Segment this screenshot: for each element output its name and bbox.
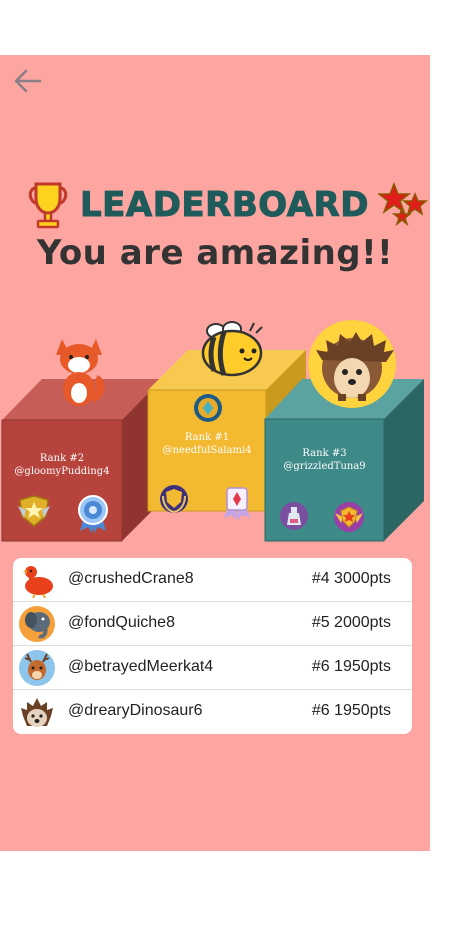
username: @needfulSalami4 bbox=[162, 445, 252, 456]
wreath-badge-icon bbox=[160, 485, 188, 513]
podium-label-rank-3: Rank #3 @grizzledTuna9 bbox=[265, 447, 384, 473]
back-button[interactable] bbox=[10, 63, 46, 99]
stars-icon bbox=[378, 182, 428, 227]
list-item[interactable]: @crushedCrane8 #4 3000pts bbox=[13, 558, 412, 602]
title-row: LEADERBOARD bbox=[0, 180, 430, 240]
hedgehog-avatar bbox=[21, 698, 53, 727]
leaderboard-screen: LEADERBOARD You are amazing!! Rank #2 @g… bbox=[0, 55, 430, 851]
winged-badge-icon bbox=[334, 502, 364, 532]
subtitle: You are amazing!! bbox=[36, 233, 394, 273]
username: @grizzledTuna9 bbox=[283, 461, 366, 472]
username: @fondQuiche8 bbox=[68, 614, 175, 631]
username: @gloomyPudding4 bbox=[14, 466, 110, 477]
elephant-avatar bbox=[19, 606, 55, 642]
medal-badge-icon bbox=[194, 394, 222, 422]
username: @crushedCrane8 bbox=[68, 570, 194, 587]
trophy-icon bbox=[28, 182, 68, 229]
rank-label: Rank #1 bbox=[184, 432, 230, 443]
score: #5 2000pts bbox=[311, 614, 391, 631]
score: #4 3000pts bbox=[311, 570, 391, 587]
leaderboard-title: LEADERBOARD bbox=[80, 185, 369, 226]
list-item[interactable]: @fondQuiche8 #5 2000pts bbox=[13, 602, 412, 646]
arrow-left-icon bbox=[14, 69, 42, 93]
username: @betrayedMeerkat4 bbox=[68, 658, 214, 675]
rank-label: Rank #3 bbox=[302, 448, 347, 459]
list-item[interactable]: @betrayedMeerkat4 #6 1950pts bbox=[13, 646, 412, 690]
list-item[interactable]: @drearyDinosaur6 #6 1950pts bbox=[13, 690, 412, 733]
podium-label-rank-2: Rank #2 @gloomyPudding4 bbox=[2, 452, 122, 478]
score: #6 1950pts bbox=[311, 702, 391, 719]
hedgehog-mascot bbox=[308, 320, 396, 408]
duck-avatar bbox=[23, 566, 53, 598]
podium-label-rank-1: Rank #1 @needfulSalami4 bbox=[148, 431, 266, 457]
deer-avatar bbox=[19, 650, 55, 686]
rank-label: Rank #2 bbox=[39, 453, 85, 464]
bottle-badge-icon bbox=[280, 502, 308, 530]
username: @drearyDinosaur6 bbox=[68, 702, 203, 719]
leaderboard-list: @crushedCrane8 #4 3000pts @fondQuiche8 #… bbox=[13, 558, 412, 734]
podium: Rank #2 @gloomyPudding4 Rank #1 @needful… bbox=[0, 315, 430, 545]
ribbon-badge-icon bbox=[224, 487, 250, 520]
score: #6 1950pts bbox=[311, 658, 391, 675]
bee-mascot bbox=[201, 321, 263, 377]
